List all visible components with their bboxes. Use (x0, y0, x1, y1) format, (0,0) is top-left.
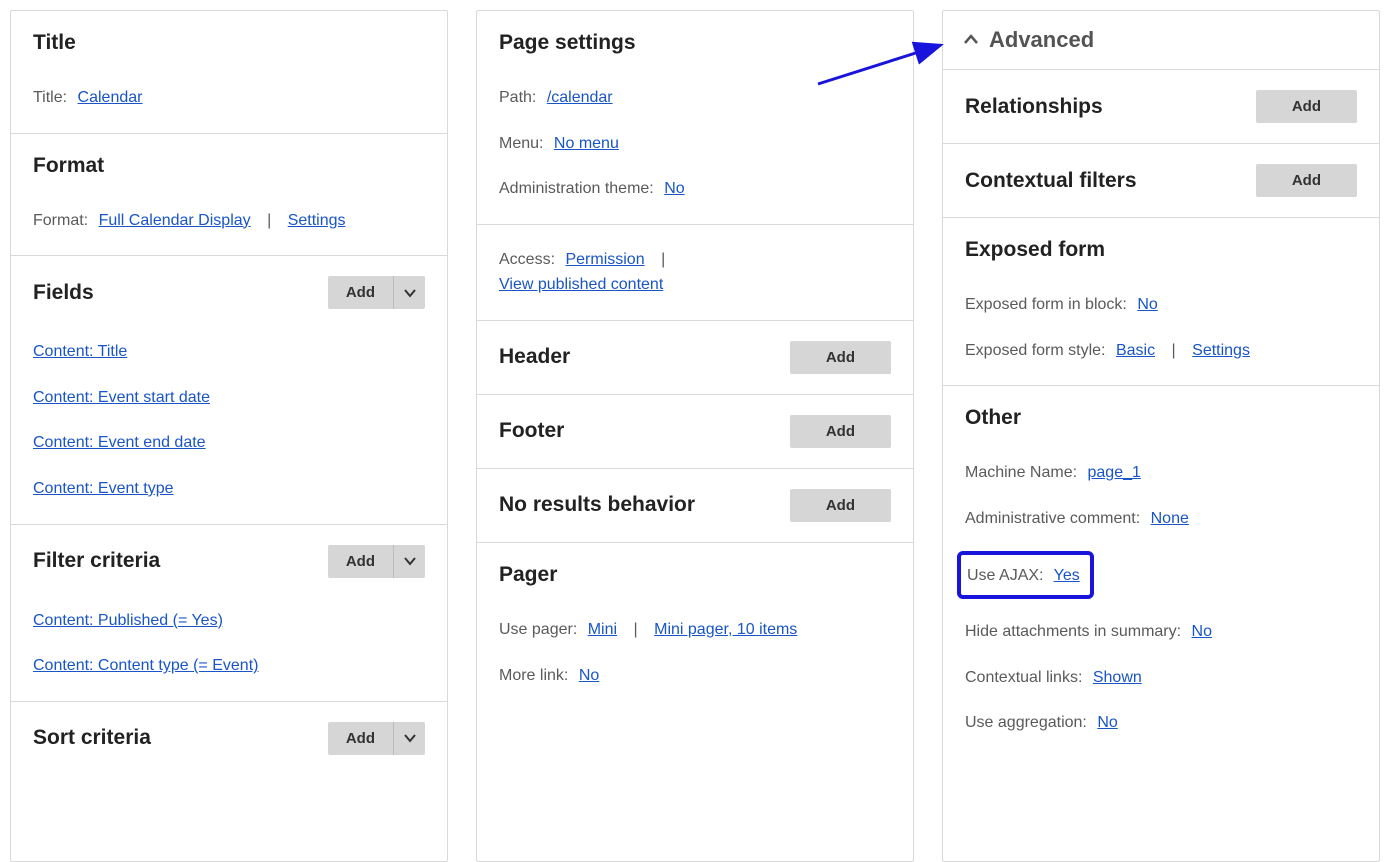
filter-item-type[interactable]: Content: Content type (= Event) (33, 657, 258, 674)
other-block: Other Machine Name: page_1 Administrativ… (943, 386, 1379, 758)
access-detail-link[interactable]: View published content (499, 276, 663, 293)
admin-theme-label: Administration theme: (499, 180, 654, 197)
field-item-type[interactable]: Content: Event type (33, 480, 174, 497)
exposed-block-label: Exposed form in block: (965, 296, 1127, 313)
path-link[interactable]: /calendar (547, 89, 613, 106)
more-link-label: More link: (499, 667, 568, 684)
title-link[interactable]: Calendar (78, 89, 143, 106)
column-displays: Title Title: Calendar Format Format: Ful… (10, 10, 448, 862)
use-pager-link[interactable]: Mini (588, 621, 617, 638)
column-page-settings: Page settings Path: /calendar Menu: No m… (476, 10, 914, 862)
title-heading: Title (33, 31, 76, 55)
hide-attachments-label: Hide attachments in summary: (965, 623, 1181, 640)
no-results-block: No results behavior Add (477, 469, 913, 543)
filter-item-published[interactable]: Content: Published (= Yes) (33, 612, 223, 629)
access-label: Access: (499, 251, 555, 268)
header-heading: Header (499, 345, 570, 369)
contextual-filters-block: Contextual filters Add (943, 144, 1379, 218)
exposed-form-block: Exposed form Exposed form in block: No E… (943, 218, 1379, 386)
sort-add-group: Add (328, 722, 425, 755)
exposed-form-heading: Exposed form (965, 238, 1105, 262)
page-settings-heading: Page settings (499, 31, 636, 55)
fields-heading: Fields (33, 281, 94, 305)
path-label: Path: (499, 89, 536, 106)
access-link[interactable]: Permission (565, 251, 644, 268)
exposed-style-settings-link[interactable]: Settings (1192, 342, 1250, 359)
contextual-filters-add-button[interactable]: Add (1256, 164, 1357, 197)
other-heading: Other (965, 406, 1021, 430)
menu-label: Menu: (499, 135, 543, 152)
more-link-value[interactable]: No (579, 667, 599, 684)
footer-block: Footer Add (477, 395, 913, 469)
use-ajax-label: Use AJAX: (967, 567, 1043, 584)
pager-heading: Pager (499, 563, 557, 587)
machine-name-link[interactable]: page_1 (1088, 464, 1141, 481)
contextual-filters-heading: Contextual filters (965, 169, 1137, 193)
admin-theme-link[interactable]: No (664, 180, 684, 197)
sort-add-dropdown[interactable] (393, 722, 425, 755)
pager-settings-link[interactable]: Mini pager, 10 items (654, 621, 797, 638)
page-settings-block: Page settings Path: /calendar Menu: No m… (477, 11, 913, 321)
header-add-button[interactable]: Add (790, 341, 891, 374)
relationships-add-button[interactable]: Add (1256, 90, 1357, 123)
title-block: Title Title: Calendar (11, 11, 447, 134)
use-ajax-link[interactable]: Yes (1054, 567, 1080, 584)
menu-link[interactable]: No menu (554, 135, 619, 152)
format-block: Format Format: Full Calendar Display | S… (11, 134, 447, 257)
admin-comment-link[interactable]: None (1151, 510, 1189, 527)
contextual-links-link[interactable]: Shown (1093, 669, 1142, 686)
separator: | (267, 208, 271, 234)
separator: | (661, 247, 665, 273)
exposed-style-label: Exposed form style: (965, 342, 1106, 359)
filter-add-group: Add (328, 545, 425, 578)
format-heading: Format (33, 154, 104, 178)
sort-heading: Sort criteria (33, 726, 151, 750)
field-item-end[interactable]: Content: Event end date (33, 434, 206, 451)
chevron-down-icon (402, 553, 418, 569)
exposed-block-link[interactable]: No (1137, 296, 1157, 313)
filter-add-dropdown[interactable] (393, 545, 425, 578)
format-label: Format: (33, 212, 88, 229)
machine-name-label: Machine Name: (965, 464, 1077, 481)
contextual-links-label: Contextual links: (965, 669, 1082, 686)
hide-attachments-link[interactable]: No (1192, 623, 1212, 640)
use-pager-label: Use pager: (499, 621, 577, 638)
chevron-down-icon (402, 285, 418, 301)
sort-add-button[interactable]: Add (328, 722, 393, 755)
fields-add-button[interactable]: Add (328, 276, 393, 309)
chevron-down-icon (402, 730, 418, 746)
header-block: Header Add (477, 321, 913, 395)
use-aggregation-label: Use aggregation: (965, 714, 1087, 731)
use-aggregation-link[interactable]: No (1097, 714, 1117, 731)
no-results-add-button[interactable]: Add (790, 489, 891, 522)
filter-add-button[interactable]: Add (328, 545, 393, 578)
fields-block: Fields Add Content: Title Content: Event… (11, 256, 447, 524)
pager-block: Pager Use pager: Mini | Mini pager, 10 i… (477, 543, 913, 710)
separator: | (634, 617, 638, 643)
field-item-title[interactable]: Content: Title (33, 343, 127, 360)
footer-add-button[interactable]: Add (790, 415, 891, 448)
exposed-style-link[interactable]: Basic (1116, 342, 1155, 359)
fields-add-dropdown[interactable] (393, 276, 425, 309)
title-label: Title: (33, 89, 67, 106)
format-settings-link[interactable]: Settings (288, 212, 346, 229)
fields-add-group: Add (328, 276, 425, 309)
filter-block: Filter criteria Add Content: Published (… (11, 525, 447, 702)
use-ajax-highlight: Use AJAX: Yes (957, 551, 1094, 599)
filter-heading: Filter criteria (33, 549, 160, 573)
no-results-heading: No results behavior (499, 493, 695, 517)
field-item-start[interactable]: Content: Event start date (33, 389, 210, 406)
chevron-up-icon (963, 32, 979, 48)
sort-block: Sort criteria Add (11, 702, 447, 755)
footer-heading: Footer (499, 419, 564, 443)
format-value-link[interactable]: Full Calendar Display (99, 212, 251, 229)
admin-comment-label: Administrative comment: (965, 510, 1140, 527)
relationships-block: Relationships Add (943, 70, 1379, 144)
relationships-heading: Relationships (965, 95, 1103, 119)
column-advanced: Advanced Relationships Add Contextual fi… (942, 10, 1380, 862)
advanced-toggle[interactable]: Advanced (943, 11, 1379, 70)
separator: | (1172, 338, 1176, 364)
advanced-heading: Advanced (989, 27, 1094, 53)
